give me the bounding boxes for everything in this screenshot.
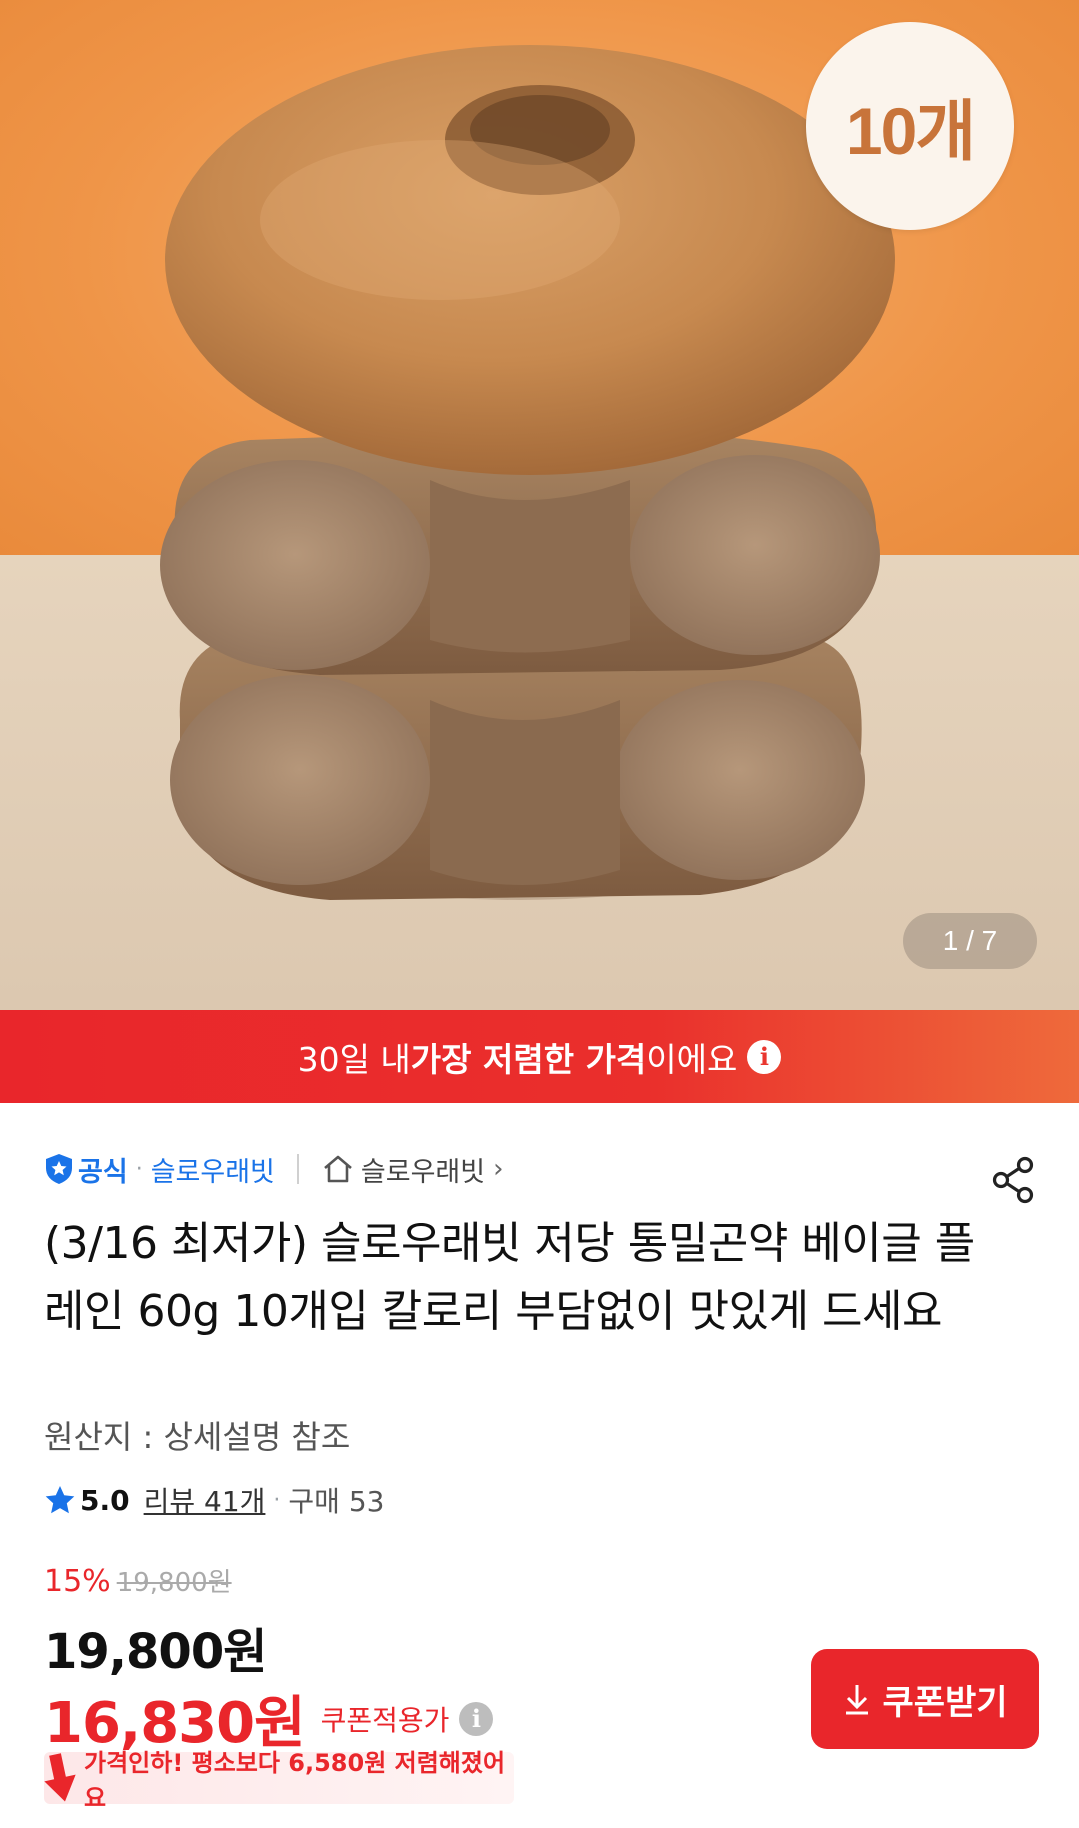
store-row: 공식 · 슬로우래빗 슬로우래빗 › (44, 1148, 504, 1190)
share-icon[interactable] (991, 1156, 1037, 1204)
official-label: 공식 (78, 1156, 128, 1188)
separator-dot: · (273, 1487, 281, 1513)
product-title: (3/16 최저가) 슬로우래빗 저당 통밀곤약 베이글 플레인 60g 10개… (44, 1218, 975, 1337)
quantity-badge-text: 10개 (845, 94, 976, 168)
product-image-carousel[interactable]: 10개 1 / 7 (0, 0, 1079, 1010)
download-icon (846, 1685, 869, 1715)
rating-score: 5.0 (80, 1483, 130, 1517)
store-home-name: 슬로우래빗 (360, 1156, 486, 1188)
sale-price: 19,800원 (44, 1624, 267, 1680)
star-icon (45, 1486, 75, 1514)
image-page-indicator: 1 / 7 (903, 913, 1037, 969)
get-coupon-button[interactable]: 쿠폰받기 (811, 1649, 1039, 1749)
info-icon[interactable]: i (747, 1039, 782, 1074)
original-price: 19,800원 (116, 1568, 232, 1598)
banner-text-before: 30일 내 (297, 1039, 411, 1079)
price-drop-notice: 가격인하! 평소보다 6,580원 저렴해졌어요 (44, 1749, 514, 1812)
chevron-right-icon: › (493, 1154, 504, 1184)
discount-rate: 15% (44, 1564, 111, 1599)
official-badge: 공식 (44, 1150, 128, 1189)
store-home-link[interactable]: 슬로우래빗 › (321, 1150, 504, 1189)
image-page-indicator-text: 1 / 7 (942, 925, 998, 956)
home-icon (324, 1155, 352, 1183)
down-arrow-icon (44, 1753, 76, 1802)
get-coupon-label: 쿠폰받기 (882, 1682, 1008, 1723)
origin-info: 원산지 : 상세설명 참조 (44, 1418, 351, 1456)
divider (296, 1154, 299, 1184)
review-count-link[interactable]: 리뷰 41개 (144, 1480, 266, 1520)
quantity-badge: 10개 (806, 22, 1014, 230)
price-drop-text: 가격인하! 평소보다 6,580원 저렴해졌어요 (84, 1749, 506, 1812)
rating-row: 5.0 리뷰 41개 · 구매 53 (44, 1478, 384, 1522)
discount-row: 15% 19,800원 (44, 1562, 232, 1599)
coupon-price-label: 쿠폰적용가 (320, 1703, 450, 1737)
store-name-link[interactable]: 슬로우래빗 (151, 1150, 275, 1189)
separator-dot: · (135, 1156, 143, 1182)
banner-text-bold: 가장 저렴한 가격 (410, 1039, 647, 1079)
info-icon[interactable]: i (459, 1701, 494, 1736)
purchase-count: 구매 53 (288, 1485, 385, 1518)
shield-star-icon (46, 1154, 72, 1184)
lowest-price-banner[interactable]: 30일 내 가장 저렴한 가격 이에요 i (0, 1010, 1079, 1103)
banner-text-after: 이에요 (646, 1039, 738, 1079)
